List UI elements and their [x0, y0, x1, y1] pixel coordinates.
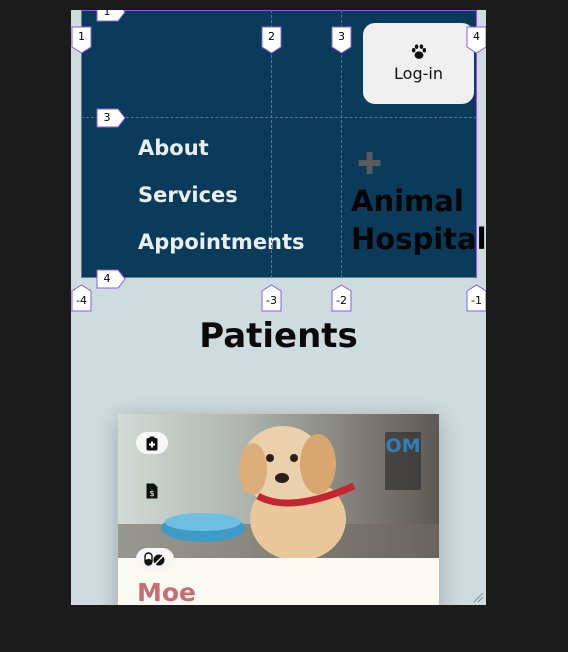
patient-card[interactable]: $ OM Moe: [118, 414, 439, 605]
resize-grip-icon[interactable]: [472, 591, 484, 603]
clipboard-medical-icon: [146, 436, 158, 450]
grid-line-row-3: [81, 117, 477, 119]
invoice-icon: $: [146, 483, 158, 499]
grid-badge-label: -4: [76, 294, 87, 307]
grid-badge-label: -3: [266, 294, 277, 307]
grid-badge-col: 3: [331, 26, 352, 54]
grid-badge-col: 2: [261, 26, 282, 54]
grid-badge-label: 1: [103, 10, 111, 18]
grid-badge-label: 4: [473, 30, 480, 43]
grid-badge-label: 1: [78, 30, 85, 43]
patient-initials: OM: [385, 432, 421, 490]
grid-badge-col: -1: [466, 284, 486, 312]
grid-badge-label: 3: [103, 111, 111, 124]
grid-badge-label: -2: [336, 294, 347, 307]
medication-button[interactable]: [136, 548, 174, 570]
browser-viewport: Log-in About Services Appointments ✚ Ani…: [71, 10, 486, 605]
medical-record-button[interactable]: [136, 432, 168, 454]
grid-badge-col: -4: [71, 284, 92, 312]
grid-badge-col: -3: [261, 284, 282, 312]
svg-text:$: $: [149, 489, 154, 498]
grid-badge-col: -2: [331, 284, 352, 312]
grid-badge-label: 4: [103, 272, 111, 285]
grid-badge-row: 3: [96, 108, 126, 128]
invoice-button[interactable]: $: [143, 480, 161, 502]
pills-icon: [144, 552, 165, 566]
grid-badge-row: 1: [96, 10, 126, 22]
grid-badge-col: 4: [466, 26, 486, 54]
grid-badge-label: 3: [338, 30, 345, 43]
grid-badge-label: -1: [471, 294, 482, 307]
patient-name: Moe: [137, 578, 197, 605]
grid-badge-col: 1: [71, 26, 92, 54]
grid-badge-row: 4: [96, 269, 126, 289]
page-title: Patients: [199, 316, 358, 356]
grid-badge-label: 2: [268, 30, 275, 43]
